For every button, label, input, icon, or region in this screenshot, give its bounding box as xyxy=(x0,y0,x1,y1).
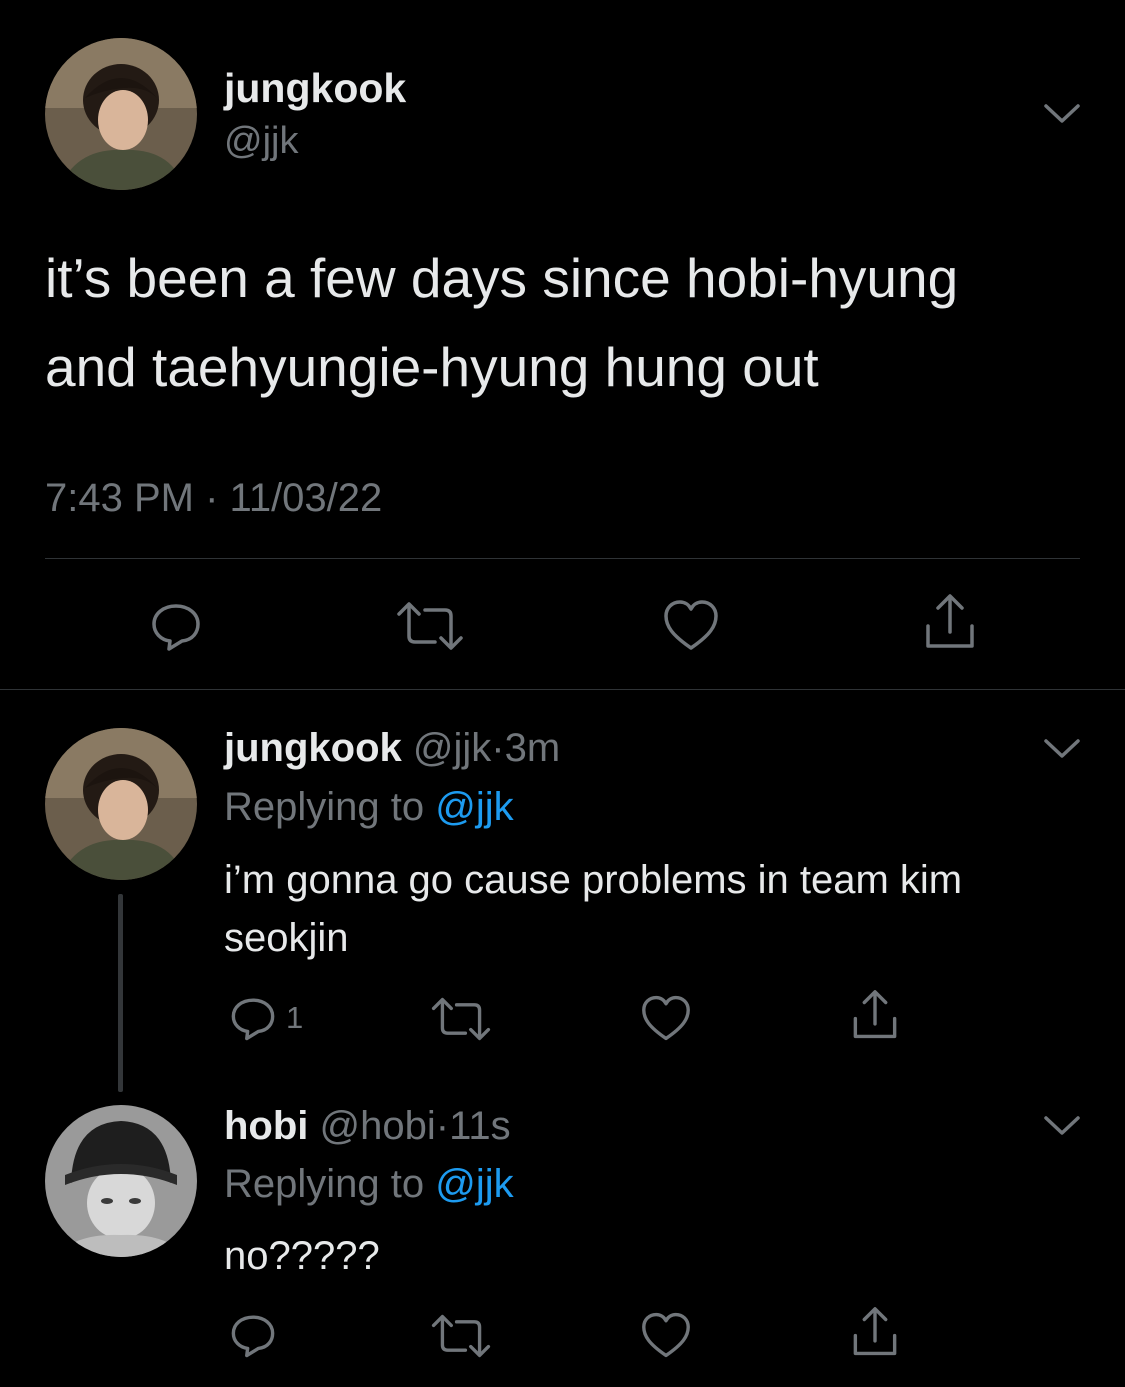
replying-to-handle[interactable]: @jjk xyxy=(435,1162,513,1206)
tweet-text: no????? xyxy=(224,1234,380,1278)
display-name[interactable]: jungkook xyxy=(224,726,402,770)
retweet-icon[interactable] xyxy=(430,996,492,1042)
tweet-text-line-2: seokjin xyxy=(224,916,349,960)
replying-to-label: Replying to xyxy=(224,785,425,829)
chevron-down-icon[interactable] xyxy=(1040,100,1084,128)
reply-header: hobi @hobi·11s xyxy=(224,1102,511,1150)
handle[interactable]: @hobi xyxy=(320,1104,436,1148)
retweet-icon[interactable] xyxy=(430,1313,492,1359)
tweet-text-line-2: and taehyungie-hyung hung out xyxy=(45,336,819,398)
replying-to-label: Replying to xyxy=(224,1162,425,1206)
tweet-time: 7:43 PM xyxy=(45,476,194,520)
avatar[interactable] xyxy=(45,38,197,190)
tweet-age[interactable]: 11s xyxy=(449,1104,511,1148)
reply-count: 1 xyxy=(286,1000,304,1035)
replying-to-handle[interactable]: @jjk xyxy=(435,785,513,829)
timestamp[interactable]: 7:43 PM · 11/03/22 xyxy=(45,475,382,521)
handle[interactable]: @jjk xyxy=(413,726,491,770)
tweet-age[interactable]: 3m xyxy=(505,726,561,770)
section-divider xyxy=(0,689,1125,690)
retweet-icon[interactable] xyxy=(395,600,465,652)
divider xyxy=(45,558,1080,559)
separator-dot: · xyxy=(435,1104,450,1148)
avatar[interactable] xyxy=(45,1105,197,1257)
reply-header: jungkook @jjk·3m xyxy=(224,724,560,772)
avatar[interactable] xyxy=(45,728,197,880)
replying-to: Replying to @jjk xyxy=(224,783,514,831)
chevron-down-icon[interactable] xyxy=(1040,1112,1084,1140)
separator-dot: · xyxy=(205,476,219,520)
share-icon[interactable] xyxy=(850,1305,900,1359)
tweet-date: 11/03/22 xyxy=(229,476,383,520)
thread-line xyxy=(118,894,123,1092)
handle[interactable]: @jjk xyxy=(224,118,298,164)
reply-icon[interactable] xyxy=(228,993,278,1043)
chevron-down-icon[interactable] xyxy=(1040,735,1084,763)
display-name[interactable]: jungkook xyxy=(224,64,406,112)
tweet-text-line-1: it’s been a few days since hobi-hyung xyxy=(45,247,959,309)
like-icon[interactable] xyxy=(662,598,720,652)
separator-dot: · xyxy=(491,726,505,770)
tweet-text-line-1: i’m gonna go cause problems in team kim xyxy=(224,858,963,902)
reply-icon[interactable] xyxy=(148,598,204,654)
display-name[interactable]: hobi xyxy=(224,1104,308,1148)
share-icon[interactable] xyxy=(922,592,978,652)
like-icon[interactable] xyxy=(640,1311,692,1359)
share-icon[interactable] xyxy=(850,988,900,1042)
reply-icon[interactable] xyxy=(228,1310,278,1360)
like-icon[interactable] xyxy=(640,994,692,1042)
replying-to: Replying to @jjk xyxy=(224,1160,514,1208)
